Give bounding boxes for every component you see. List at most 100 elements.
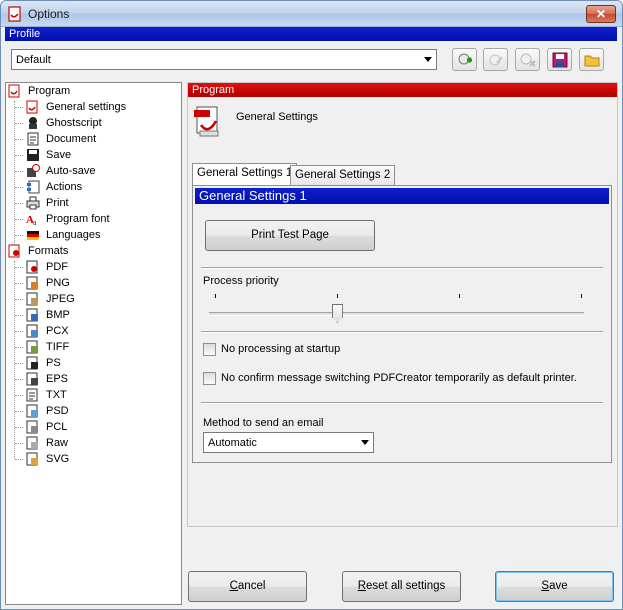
ps-icon [26, 356, 38, 370]
window-title: Options [28, 7, 70, 21]
tree-item-label: Languages [46, 229, 101, 241]
chevron-down-icon [361, 440, 369, 445]
ghost-icon [29, 117, 37, 129]
txt-icon [26, 388, 38, 402]
chevron-down-icon [424, 57, 432, 62]
cancel-button[interactable]: Cancel [188, 571, 307, 602]
raw-icon [26, 436, 38, 450]
tree-item-label: BMP [46, 309, 70, 321]
title-bar[interactable]: Options ✕ [1, 1, 622, 27]
tab-page-general-settings-1: General Settings 1 Print Test Page Proce… [192, 185, 612, 463]
tree-node-label: Formats [28, 245, 69, 257]
pdfcreator-icon [8, 84, 20, 98]
floppy-icon [27, 149, 39, 161]
slider-tick [215, 294, 216, 298]
email-method-select[interactable]: Automatic [203, 432, 374, 453]
process-priority-label: Process priority [203, 275, 279, 287]
tab-general-settings-2[interactable]: General Settings 2 [290, 165, 396, 185]
tree-guide [15, 107, 23, 108]
eps-icon [26, 372, 38, 386]
tree-guide [14, 261, 15, 459]
formats-icon [8, 244, 20, 258]
rename-profile-button[interactable] [483, 48, 508, 71]
tree-item-label: Print [46, 197, 69, 209]
options-window: Options ✕ Profile Default Program Genera… [0, 0, 623, 610]
tree-guide [15, 459, 23, 460]
add-profile-icon [458, 53, 472, 65]
tree-item-label: TXT [46, 389, 67, 401]
tree-node-label: Program [28, 85, 71, 97]
tree-guide [15, 427, 23, 428]
profile-area: Default [5, 41, 617, 79]
no-processing-checkbox[interactable] [203, 343, 216, 356]
tree-guide [15, 235, 23, 236]
no-confirm-label: No confirm message switching PDFCreator … [221, 372, 577, 384]
slider-tick [581, 294, 582, 298]
tree-guide [15, 123, 23, 124]
save-profile-icon [552, 52, 568, 68]
tiff-icon [26, 340, 38, 354]
close-button[interactable]: ✕ [586, 5, 616, 23]
tree-item-label: PS [46, 357, 61, 369]
tree-item-label: PNG [46, 277, 70, 289]
tree-guide [15, 155, 23, 156]
settings-tree[interactable]: Program General settings Ghostscript Doc… [5, 82, 182, 605]
tree-item-label: PCL [46, 421, 68, 433]
delete-profile-icon [520, 53, 536, 67]
autosave-icon [27, 164, 40, 177]
slider-tick [459, 294, 460, 298]
page-title-band: General Settings 1 [195, 188, 609, 204]
tree-guide [15, 315, 23, 316]
svg-icon [26, 452, 38, 466]
tree-guide [15, 395, 23, 396]
png-icon [26, 276, 38, 290]
tree-item-label: Actions [46, 181, 83, 193]
reset-all-settings-button[interactable]: Reset all settings [342, 571, 461, 602]
add-profile-button[interactable] [452, 48, 477, 71]
tree-guide [15, 411, 23, 412]
svg-text:a: a [33, 218, 37, 226]
save-profile-button[interactable] [547, 48, 572, 71]
tree-item-label: Ghostscript [46, 117, 102, 129]
print-test-page-button[interactable]: Print Test Page [205, 220, 375, 251]
folder-icon [584, 55, 600, 67]
delete-profile-button[interactable] [515, 48, 540, 71]
profile-band: Profile [5, 27, 617, 41]
jpeg-icon [26, 292, 38, 306]
tree-guide [15, 219, 23, 220]
rename-profile-icon [489, 54, 503, 66]
pdf-icon [26, 260, 38, 274]
no-processing-label: No processing at startup [221, 343, 341, 355]
tree-item-label: JPEG [46, 293, 75, 305]
tree-guide [15, 203, 23, 204]
divider [201, 331, 603, 333]
tree-item-label: General settings [46, 101, 127, 113]
tab-general-settings-1[interactable]: General Settings 1 [192, 163, 298, 186]
tree-guide [15, 299, 23, 300]
profile-select[interactable]: Default [11, 49, 437, 70]
tree-guide [15, 347, 23, 348]
tree-guide [15, 379, 23, 380]
pcx-icon [26, 324, 38, 338]
slider-tick [337, 294, 338, 298]
priority-slider-track[interactable] [209, 312, 584, 316]
tree-guide [15, 171, 23, 172]
no-confirm-checkbox[interactable] [203, 372, 216, 385]
pdfcreator-app-icon [8, 6, 21, 22]
document-icon [27, 132, 39, 146]
email-method-value: Automatic [208, 437, 257, 449]
tree-guide [15, 283, 23, 284]
psd-icon [26, 404, 38, 418]
save-button[interactable]: Save [495, 571, 614, 602]
panel-heading: General Settings [236, 111, 318, 123]
profile-select-value: Default [16, 54, 51, 66]
tree-guide [15, 331, 23, 332]
program-band: Program [188, 83, 617, 97]
pcl-icon [26, 420, 38, 434]
priority-slider-thumb[interactable] [331, 304, 343, 323]
load-profile-button[interactable] [579, 48, 604, 71]
actions-icon [27, 180, 40, 194]
tree-item-label: Auto-save [46, 165, 96, 177]
bmp-icon [26, 308, 38, 322]
flag-icon [27, 231, 39, 240]
